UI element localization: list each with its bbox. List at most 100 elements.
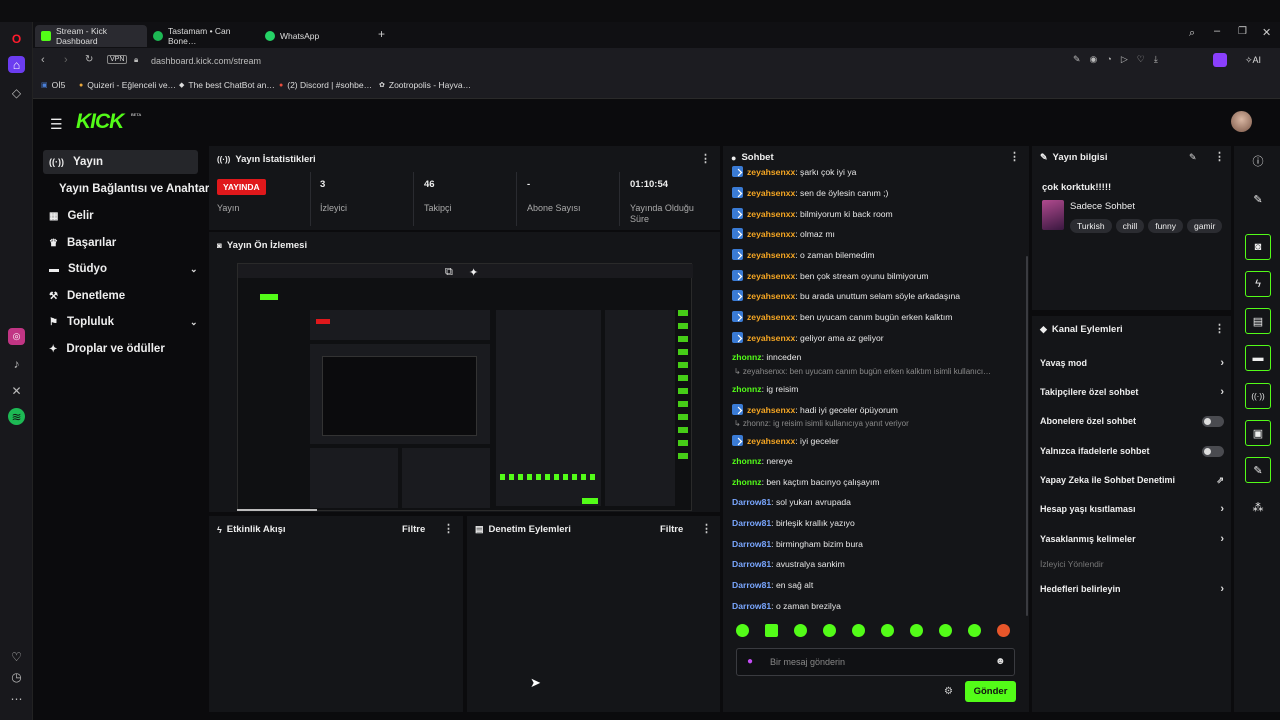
chat-message[interactable]: zeyahsenxx: o zaman bilemedim [732, 249, 875, 260]
chat-input-field[interactable]: ● Bir mesaj gönderin ☻ [736, 648, 1015, 676]
chat-message[interactable]: Darrow81: avustralya sankim [732, 559, 845, 569]
bookmark-item[interactable]: ▣ Oİ5 [41, 80, 65, 90]
more-icon[interactable]: ⋯ [8, 690, 25, 707]
tab-spotify[interactable]: Tastamam • Can Bone… [147, 25, 259, 47]
chat-scrollbar[interactable] [1026, 256, 1028, 616]
chat-message[interactable]: zeyahsenxx: olmaz mı [732, 228, 835, 239]
kebab-menu-icon[interactable]: ⋮ [1214, 150, 1225, 163]
nav-gelir[interactable]: ▦ Gelir [43, 204, 198, 228]
chat-message[interactable]: zeyahsenxx: bu arada unuttum selam söyle… [732, 290, 960, 301]
chat-username[interactable]: Darrow81 [732, 518, 771, 528]
chat-message[interactable]: zeyahsenxx: şarkı çok iyi ya [732, 166, 856, 177]
action-slow-mode[interactable]: Yavaş mod › [1040, 353, 1224, 373]
chat-message[interactable]: Darrow81: o zaman brezilya [732, 601, 841, 611]
history-icon[interactable]: ◷ [8, 668, 25, 685]
bookmark-item[interactable]: ◆ The best ChatBot an… [179, 80, 275, 90]
camera-icon[interactable]: ◙ [1245, 234, 1271, 260]
chat-username[interactable]: Darrow81 [732, 580, 771, 590]
chat-message[interactable]: zeyahsenxx: ben çok stream oyunu bilmiyo… [732, 270, 929, 281]
chat-username[interactable]: zeyahsenxx [747, 209, 795, 219]
chat-message[interactable]: Darrow81: birmingham bizim bura [732, 539, 863, 549]
chat-username[interactable]: zhonnz [732, 352, 762, 362]
new-tab-icon[interactable]: + [378, 27, 385, 41]
hamburger-menu-icon[interactable]: ☰ [50, 116, 63, 133]
chat-message[interactable]: zeyahsenxx: bilmiyorum ki back room [732, 208, 893, 219]
emote-icon[interactable] [939, 624, 952, 637]
lightning-icon[interactable]: ϟ [1245, 271, 1271, 297]
chat-icon[interactable]: ▬ [1245, 345, 1271, 371]
chat-message[interactable]: Darrow81: en sağ alt [732, 580, 813, 590]
kebab-menu-icon[interactable]: ⋮ [700, 152, 711, 165]
tag-pill[interactable]: chill [1115, 219, 1145, 233]
chat-username[interactable]: zeyahsenxx [747, 291, 795, 301]
emote-icon[interactable] [823, 624, 836, 637]
url-field[interactable]: dashboard.kick.com/stream [151, 56, 261, 66]
chat-message[interactable]: zhonnz: ben kaçtım bacınyo çalışayım [732, 477, 880, 487]
tag-pill[interactable]: funny [1148, 219, 1184, 233]
nav-basarilar[interactable]: ♛ Başarılar [43, 231, 198, 255]
emote-icon[interactable] [910, 624, 923, 637]
category-name[interactable]: Sadece Sohbet [1070, 201, 1135, 212]
chat-username[interactable]: zeyahsenxx [747, 405, 795, 415]
back-icon[interactable]: ‹ [41, 54, 45, 66]
send-button[interactable]: Gönder [965, 681, 1016, 702]
bookmark-item[interactable]: ● (2) Discord | #sohbe… [279, 80, 372, 90]
chat-message[interactable]: zeyahsenxx: hadi iyi geceler öpüyorum [732, 404, 898, 415]
edit-icon[interactable]: ✎ [1189, 152, 1197, 163]
preview-video[interactable] [237, 263, 693, 511]
popout-icon[interactable]: ⧉ [445, 266, 453, 279]
nav-yayin[interactable]: ((·)) Yayın [43, 150, 198, 174]
chat-username[interactable]: Darrow81 [732, 539, 771, 549]
heart-icon[interactable]: ♡ [8, 648, 25, 665]
tag-pill[interactable]: gamir [1187, 219, 1223, 233]
action-set-goals[interactable]: Hedefleri belirleyin › [1040, 579, 1224, 599]
chat-message[interactable]: zhonnz: ig reisim [732, 384, 798, 394]
tab-whatsapp[interactable]: WhatsApp [259, 25, 329, 47]
emoji-icon[interactable]: ☻ [995, 656, 1006, 667]
opera-logo-icon[interactable]: O [8, 30, 25, 47]
kebab-menu-icon[interactable]: ⋮ [1009, 150, 1020, 163]
user-avatar[interactable] [1231, 111, 1252, 132]
action-banned-words[interactable]: Yasaklanmış kelimeler › [1040, 529, 1224, 549]
chat-message[interactable]: zhonnz: nereye [732, 456, 793, 466]
chat-username[interactable]: zeyahsenxx [747, 167, 795, 177]
tiktok-icon[interactable]: ♪ [8, 355, 25, 372]
broadcast-icon[interactable]: ((·)) [1245, 383, 1271, 409]
wrench-icon[interactable]: ✎ [1245, 457, 1271, 483]
kebab-menu-icon[interactable]: ⋮ [701, 522, 712, 535]
emote-icon[interactable] [736, 624, 749, 637]
chat-username[interactable]: zhonnz [732, 456, 762, 466]
kebab-menu-icon[interactable]: ⋮ [1214, 322, 1225, 335]
pen-icon[interactable]: ✎ [1245, 186, 1271, 212]
video-icon[interactable]: ▣ [1245, 420, 1271, 446]
bookmark-item[interactable]: ✿ Zootropolis - Hayva… [379, 80, 471, 90]
emote-icon[interactable] [968, 624, 981, 637]
bookmark-item[interactable]: ● Quizeri - Eğlenceli ve… [79, 80, 176, 90]
action-account-age[interactable]: Hesap yaşı kısıtlaması › [1040, 499, 1224, 519]
chat-message[interactable]: zhonnz: innceden [732, 352, 801, 362]
chat-username[interactable]: zeyahsenxx [747, 229, 795, 239]
chat-username[interactable]: zeyahsenxx [747, 250, 795, 260]
tag-pill[interactable]: Turkish [1070, 219, 1112, 233]
minimize-icon[interactable]: – [1214, 25, 1220, 37]
emote-icon[interactable] [765, 624, 778, 637]
chat-username[interactable]: zeyahsenxx [747, 333, 795, 343]
reload-icon[interactable]: ↻ [85, 54, 93, 65]
action-ai-moderation[interactable]: Yapay Zeka ile Sohbet Denetimi ⇗ [1040, 470, 1224, 490]
chat-username[interactable]: zeyahsenxx [747, 271, 795, 281]
nav-topluluk[interactable]: ⚑ Topluluk ⌄ [43, 310, 198, 334]
nav-stream-key[interactable]: Yayın Bağlantısı ve Anahtarı [43, 177, 213, 201]
action-emotes-only[interactable]: Yalnızca ifadelerle sohbet [1040, 441, 1224, 461]
chat-message[interactable]: Darrow81: sol yukarı avrupada [732, 497, 851, 507]
chat-username[interactable]: Darrow81 [732, 497, 771, 507]
emote-icon[interactable] [881, 624, 894, 637]
sparkle-icon[interactable]: ✦ [469, 266, 478, 279]
chat-message[interactable]: zeyahsenxx: geliyor ama az geliyor [732, 332, 884, 343]
chat-username[interactable]: zeyahsenxx [747, 188, 795, 198]
close-window-icon[interactable]: ✕ [1262, 26, 1271, 39]
chat-username[interactable]: Darrow81 [732, 601, 771, 611]
nav-studyo[interactable]: ▬ Stüdyo ⌄ [43, 257, 198, 281]
address-actions-icons[interactable]: ✎◉◔▷♡⤓ [1073, 54, 1167, 65]
chat-message[interactable]: zeyahsenxx: sen de öylesin canım ;) [732, 187, 888, 198]
x-icon[interactable]: ✕ [8, 382, 25, 399]
